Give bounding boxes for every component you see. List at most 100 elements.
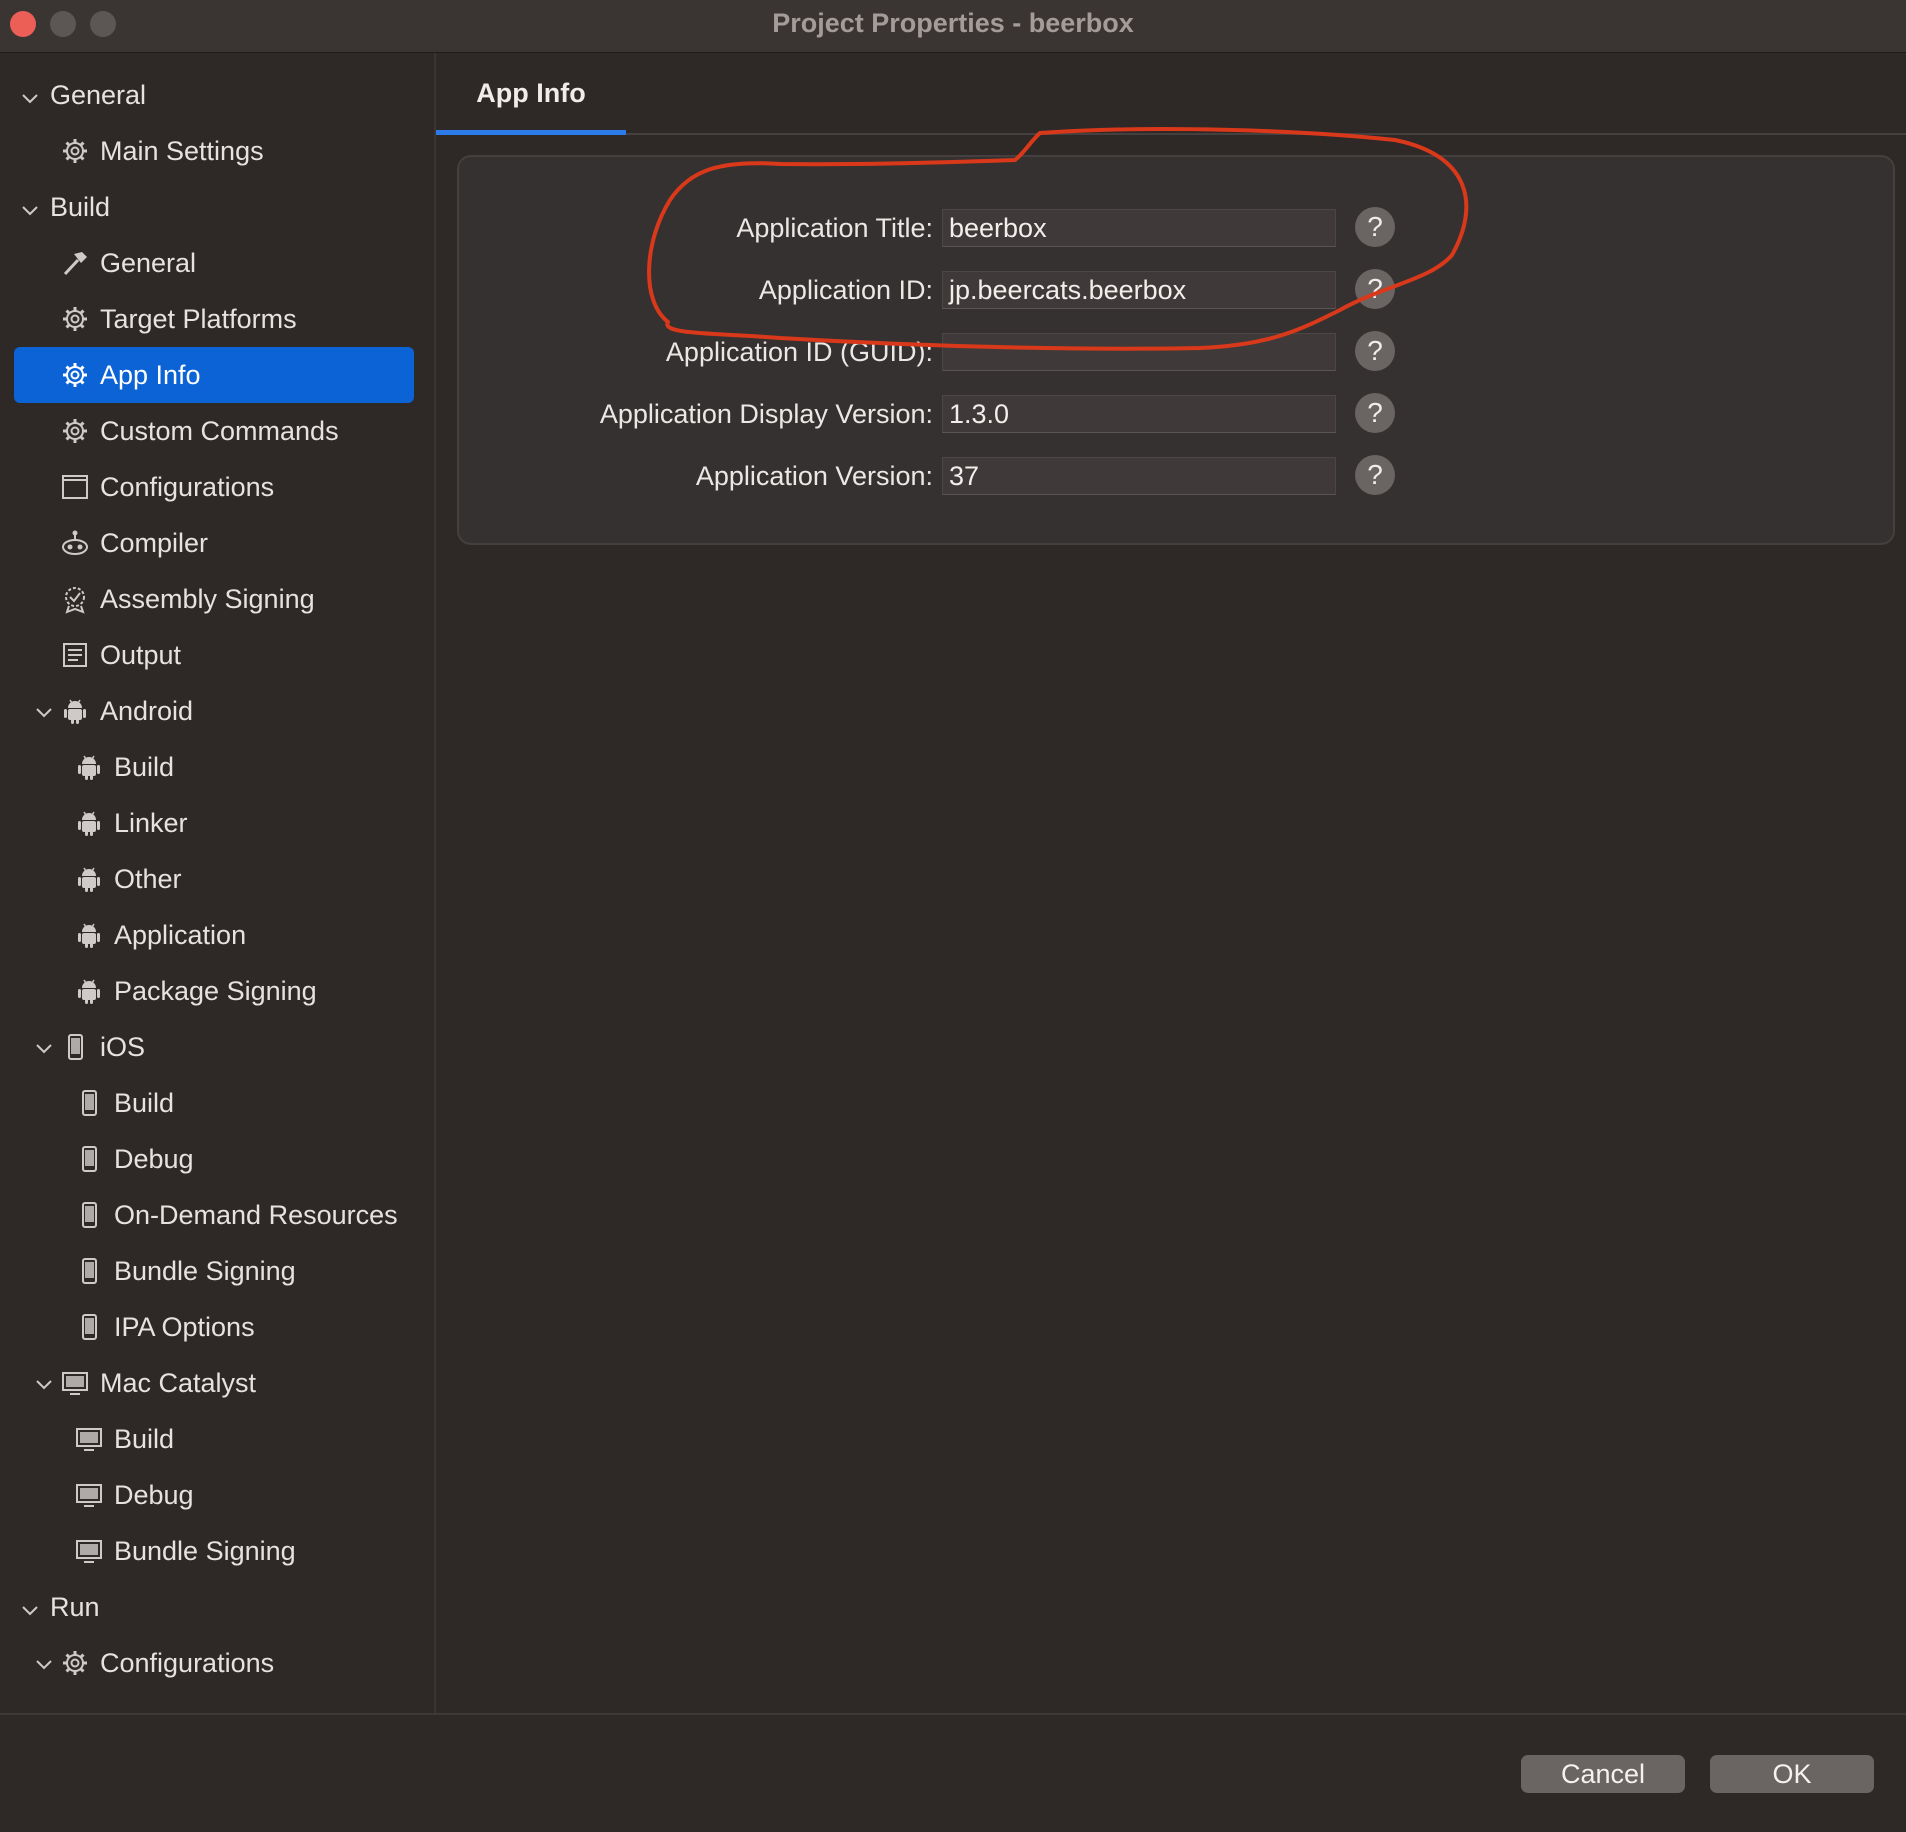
sidebar-item-configurations[interactable]: Configurations [14, 1635, 414, 1691]
android-icon [74, 808, 104, 838]
sidebar-item-run[interactable]: Run [14, 1579, 414, 1635]
help-icon[interactable]: ? [1355, 393, 1395, 433]
sidebar-item-label: Mac Catalyst [100, 1367, 257, 1398]
sidebar-item-label: Build [50, 191, 111, 222]
sidebar-item-other[interactable]: Other [14, 851, 414, 907]
application-version-input[interactable]: 37 [942, 457, 1336, 495]
gear-icon [60, 416, 90, 446]
monitor-icon [60, 1368, 90, 1398]
sidebar-item-build[interactable]: Build [14, 1411, 414, 1467]
sidebar-item-label: Build [114, 1423, 175, 1454]
app-info-panel: Application Title: beerbox ? Application… [457, 155, 1895, 545]
sidebar-item-debug[interactable]: Debug [14, 1467, 414, 1523]
sidebar-item-main-settings[interactable]: Main Settings [14, 123, 414, 179]
monitor-icon [74, 1536, 104, 1566]
form-row-application-guid: Application ID (GUID): ? [459, 331, 1893, 373]
sidebar-item-package-signing[interactable]: Package Signing [14, 963, 414, 1019]
application-id-input[interactable]: jp.beercats.beerbox [942, 271, 1336, 309]
sidebar-item-bundle-signing[interactable]: Bundle Signing [14, 1243, 414, 1299]
active-tab-indicator [436, 130, 626, 135]
sidebar-item-label: Run [50, 1591, 100, 1622]
sidebar-item-label: General [50, 79, 147, 110]
sidebar-item-label: Assembly Signing [100, 583, 315, 614]
sidebar-item-android[interactable]: Android [14, 683, 414, 739]
sidebar-item-label: Debug [114, 1143, 194, 1174]
phone-icon [74, 1200, 104, 1230]
sidebar-item-output[interactable]: Output [14, 627, 414, 683]
sidebar-item-label: iOS [100, 1031, 146, 1062]
sidebar-item-label: Output [100, 639, 182, 670]
form-row-application-version: Application Version: 37 ? [459, 455, 1893, 497]
ok-button[interactable]: OK [1710, 1755, 1874, 1793]
sidebar-item-linker[interactable]: Linker [14, 795, 414, 851]
sidebar-item-label: Main Settings [100, 135, 264, 166]
sidebar-item-label: Application [114, 919, 247, 950]
sidebar-tree: General Main Settings Build General Target P… [0, 53, 436, 1713]
chevron-down-icon[interactable] [20, 85, 40, 105]
display-version-label: Application Display Version: [599, 399, 933, 429]
sidebar-item-build[interactable]: Build [14, 739, 414, 795]
display-version-input[interactable]: 1.3.0 [942, 395, 1336, 433]
chevron-down-icon[interactable] [20, 1597, 40, 1617]
sidebar-item-configurations[interactable]: Configurations [14, 459, 414, 515]
chevron-down-icon[interactable] [34, 1651, 54, 1671]
help-icon[interactable]: ? [1355, 207, 1395, 247]
cancel-button[interactable]: Cancel [1521, 1755, 1685, 1793]
sidebar-item-mac-catalyst[interactable]: Mac Catalyst [14, 1355, 414, 1411]
sidebar-item-compiler[interactable]: Compiler [14, 515, 414, 571]
sidebar-item-label: Target Platforms [100, 303, 297, 334]
sidebar-item-label: Linker [114, 807, 188, 838]
tab-app-info[interactable]: App Info [436, 53, 626, 135]
application-guid-label: Application ID (GUID): [665, 337, 933, 367]
phone-icon [60, 1032, 90, 1062]
sidebar-item-label: Bundle Signing [114, 1535, 296, 1566]
sidebar-item-label: General [100, 247, 197, 278]
output-icon [60, 640, 90, 670]
gear-icon [60, 136, 90, 166]
help-icon[interactable]: ? [1355, 269, 1395, 309]
help-icon[interactable]: ? [1355, 331, 1395, 371]
badge-icon [60, 584, 90, 614]
tab-label: App Info [476, 78, 586, 108]
sidebar-item-target-platforms[interactable]: Target Platforms [14, 291, 414, 347]
chevron-down-icon[interactable] [34, 699, 54, 719]
application-version-label: Application Version: [695, 461, 933, 491]
sidebar-item-general[interactable]: General [14, 235, 414, 291]
phone-icon [74, 1256, 104, 1286]
sidebar-item-application[interactable]: Application [14, 907, 414, 963]
sidebar-item-label: Build [114, 751, 175, 782]
hammer-icon [60, 248, 90, 278]
sidebar-item-on-demand-resources[interactable]: On-Demand Resources [14, 1187, 414, 1243]
window-icon [60, 472, 90, 502]
chevron-down-icon[interactable] [34, 1371, 54, 1391]
dialog-footer: Cancel OK [0, 1713, 1906, 1832]
sidebar-item-general[interactable]: General [14, 67, 414, 123]
help-icon[interactable]: ? [1355, 455, 1395, 495]
chevron-down-icon[interactable] [20, 197, 40, 217]
form-row-application-title: Application Title: beerbox ? [459, 207, 1893, 249]
sidebar-item-label: Configurations [100, 471, 275, 502]
application-guid-input[interactable] [942, 333, 1336, 371]
phone-icon [74, 1312, 104, 1342]
title-bar: Project Properties - beerbox [0, 0, 1906, 53]
form-row-display-version: Application Display Version: 1.3.0 ? [459, 393, 1893, 435]
gear-icon [60, 360, 90, 390]
sidebar-item-app-info[interactable]: App Info [14, 347, 414, 403]
application-id-label: Application ID: [758, 275, 933, 305]
sidebar-item-label: Android [100, 695, 194, 726]
sidebar-item-debug[interactable]: Debug [14, 1131, 414, 1187]
chevron-down-icon[interactable] [34, 1035, 54, 1055]
sidebar-item-bundle-signing[interactable]: Bundle Signing [14, 1523, 414, 1579]
sidebar-item-label: Configurations [100, 1647, 275, 1678]
sidebar-item-assembly-signing[interactable]: Assembly Signing [14, 571, 414, 627]
sidebar-item-ipa-options[interactable]: IPA Options [14, 1299, 414, 1355]
sidebar-item-custom-commands[interactable]: Custom Commands [14, 403, 414, 459]
sidebar-item-build[interactable]: Build [14, 1075, 414, 1131]
sidebar-item-label: IPA Options [114, 1311, 255, 1342]
sidebar-item-label: Debug [114, 1479, 194, 1510]
sidebar-item-label: Other [114, 863, 182, 894]
sidebar-item-ios[interactable]: iOS [14, 1019, 414, 1075]
tab-bar: App Info [436, 53, 1906, 135]
sidebar-item-build[interactable]: Build [14, 179, 414, 235]
application-title-input[interactable]: beerbox [942, 209, 1336, 247]
